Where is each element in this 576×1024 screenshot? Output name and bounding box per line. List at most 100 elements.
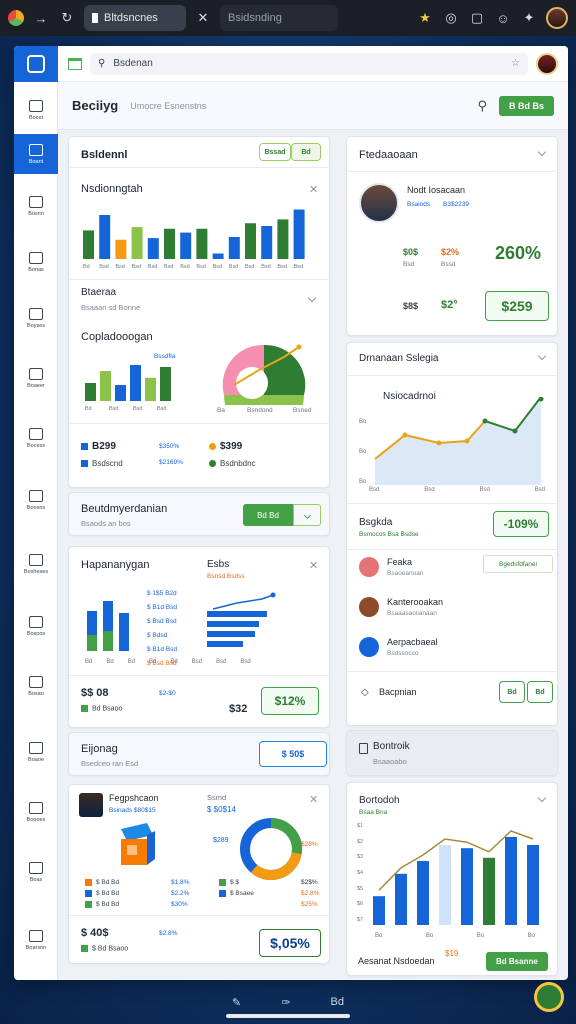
sidebar-item-4[interactable]: Boyses — [14, 298, 58, 338]
section2-sub: Bsaaan sd Bonne — [81, 303, 141, 312]
stats-tab-2[interactable]: Bd — [291, 143, 321, 161]
report-button[interactable]: Bd Bd — [243, 504, 293, 526]
sidebar-item-13[interactable]: Boas — [14, 852, 58, 892]
reload-icon[interactable]: ↻ — [58, 9, 76, 27]
bookmark-icon[interactable]: ☆ — [511, 58, 520, 69]
stats-card: Bsldennl Bssad Bd Nsdionngtah ✕ Bd Bsd Bsd… — [68, 136, 331, 488]
sidebar-item-5[interactable]: Boaeer — [14, 358, 58, 398]
address-bar[interactable]: ⚲ Bsdenan ☆ — [90, 52, 528, 75]
list-item-title[interactable]: Aerpacbaeal — [387, 637, 438, 647]
x-tick-label: Bsd — [164, 264, 173, 269]
x-tick-label: Bd — [170, 659, 178, 665]
list-item-title[interactable]: Feaka — [387, 557, 412, 567]
chevron-down-icon[interactable] — [537, 147, 547, 157]
chevron-down-icon[interactable] — [537, 351, 547, 361]
hist-pill[interactable]: $12% — [261, 687, 319, 715]
sidebar-item-6[interactable]: Bocess — [14, 418, 58, 458]
stats-tab-1[interactable]: Bssad — [259, 143, 291, 161]
close-icon[interactable]: ✕ — [309, 559, 318, 572]
feather-icon[interactable]: ✑ — [281, 996, 290, 1009]
hist-kpi-sub: Bd Bsaoo — [81, 705, 122, 712]
sidebar-item-7[interactable]: Boosns — [14, 480, 58, 520]
divider — [69, 423, 331, 424]
bottom-left-title: Eijonag — [81, 743, 118, 755]
browser-tab-inactive[interactable]: Bsidsnding — [220, 5, 338, 31]
bottom-nav-label[interactable]: Bd — [330, 996, 343, 1008]
list-item-title[interactable]: Kanterooakan — [387, 597, 443, 607]
close-icon[interactable]: ✕ — [309, 183, 318, 196]
sidebar-item-1[interactable]: Boant — [14, 134, 58, 174]
pie-label-3: Bsned — [293, 407, 312, 414]
close-icon[interactable]: ✕ — [309, 793, 318, 806]
profile-card-title: Ftedaaoaan — [359, 149, 418, 161]
cube-graphic — [121, 823, 155, 865]
sidebar-item-10[interactable]: Bosao — [14, 666, 58, 706]
chevron-down-icon[interactable] — [307, 293, 317, 303]
browser-avatar[interactable] — [546, 7, 568, 29]
x-tick-label: Bsd — [148, 264, 157, 269]
bottom-chart-title: Bortodoh — [359, 795, 400, 806]
browser-logo-icon — [8, 10, 24, 26]
sidebar-item-label: Bonas — [28, 266, 44, 273]
bottom-chart-x-axis: Bo Bo Bo Bo — [375, 933, 535, 939]
x-tick-label: Bd — [127, 659, 136, 665]
puzzle-icon[interactable]: ✦ — [520, 9, 538, 27]
list-action-button[interactable]: Bgedsfdfanel — [483, 555, 553, 573]
pen-icon[interactable]: ✎ — [232, 996, 241, 1009]
tab-close-icon[interactable]: ✕ — [194, 9, 212, 27]
metric-val: $ $0$14 — [207, 805, 236, 814]
footer-pill-2[interactable]: Bd — [527, 681, 553, 703]
app-logo-icon[interactable] — [14, 46, 58, 82]
top-bar: ⚲ Bsdenan ☆ — [58, 46, 568, 82]
profile-avatar[interactable] — [536, 52, 558, 75]
bottom-bar-chart — [373, 830, 539, 925]
bar — [85, 383, 96, 401]
profile-tag2: B3$2239 — [443, 201, 470, 208]
sidebar-item-11[interactable]: Boaoe — [14, 732, 58, 772]
divider — [69, 279, 331, 280]
chevron-down-icon[interactable] — [537, 793, 547, 803]
sidebar-item-label: Boosns — [26, 504, 46, 511]
sidebar-item-label: Boaeer — [27, 382, 45, 389]
forward-icon[interactable]: → — [32, 9, 50, 27]
star-icon[interactable]: ★ — [416, 9, 434, 27]
bottom-foot-title-2: Aesanat Nsdoedan — [358, 956, 435, 966]
bottom-right-title: Bontroik — [373, 741, 410, 752]
hist-kpi-mid: $2-$0 — [159, 690, 176, 697]
bottom-foot-button[interactable]: Bd Bsanne — [486, 952, 548, 971]
bottom-left-button[interactable]: $ 50$ — [259, 741, 327, 767]
bar — [483, 857, 495, 925]
sales-x-axis: Bsd Bsd Bsd Bsd — [369, 487, 545, 493]
bar — [293, 209, 305, 259]
bottom-left-header: Eijonag Bsedceo ran Esd $ 50$ — [68, 732, 330, 776]
tab-title-2: Bsidsnding — [228, 12, 282, 24]
y-tick-label: $5 — [357, 885, 364, 892]
face-icon[interactable]: ☺ — [494, 9, 512, 27]
floating-action-button[interactable] — [534, 982, 564, 1012]
report-expand-button[interactable] — [293, 504, 321, 526]
timer-icon — [29, 741, 43, 754]
home-icon[interactable] — [68, 57, 82, 70]
x-tick-label: Bsd — [424, 487, 435, 493]
profile-value-box[interactable]: $259 — [485, 291, 549, 321]
extension-icon[interactable]: ◎ — [442, 9, 460, 27]
sidebar-item-14[interactable]: Boarsnn — [14, 920, 58, 960]
sidebar-item-0[interactable]: Bocet — [14, 90, 58, 130]
footer-pill-1[interactable]: Bd — [499, 681, 525, 703]
sidebar-item-2[interactable]: Bosnn — [14, 186, 58, 226]
sidebar-item-3[interactable]: Bonas — [14, 242, 58, 282]
bar — [83, 230, 94, 259]
report-card: Beutdmyerdanian Bsaods an bos Bd Bd — [68, 492, 330, 536]
metric-sub: Bsmocos Bsa Bsdse — [359, 531, 419, 538]
sidebar-item-9[interactable]: Bosoos — [14, 606, 58, 646]
metric-pill[interactable]: -109% — [493, 511, 549, 537]
primary-action-button[interactable]: B Bd Bs — [498, 95, 554, 116]
sidebar-item-12[interactable]: Boooes — [14, 792, 58, 832]
divider — [69, 167, 331, 168]
bl-pill[interactable]: $,05% — [259, 929, 321, 957]
bar — [100, 371, 111, 401]
search-icon[interactable]: ⚲ — [477, 98, 487, 114]
browser-tab-active[interactable]: Bltdsncnes — [84, 5, 186, 31]
tablet-icon[interactable]: ▢ — [468, 9, 486, 27]
sidebar-item-8[interactable]: Bosheses — [14, 544, 58, 584]
